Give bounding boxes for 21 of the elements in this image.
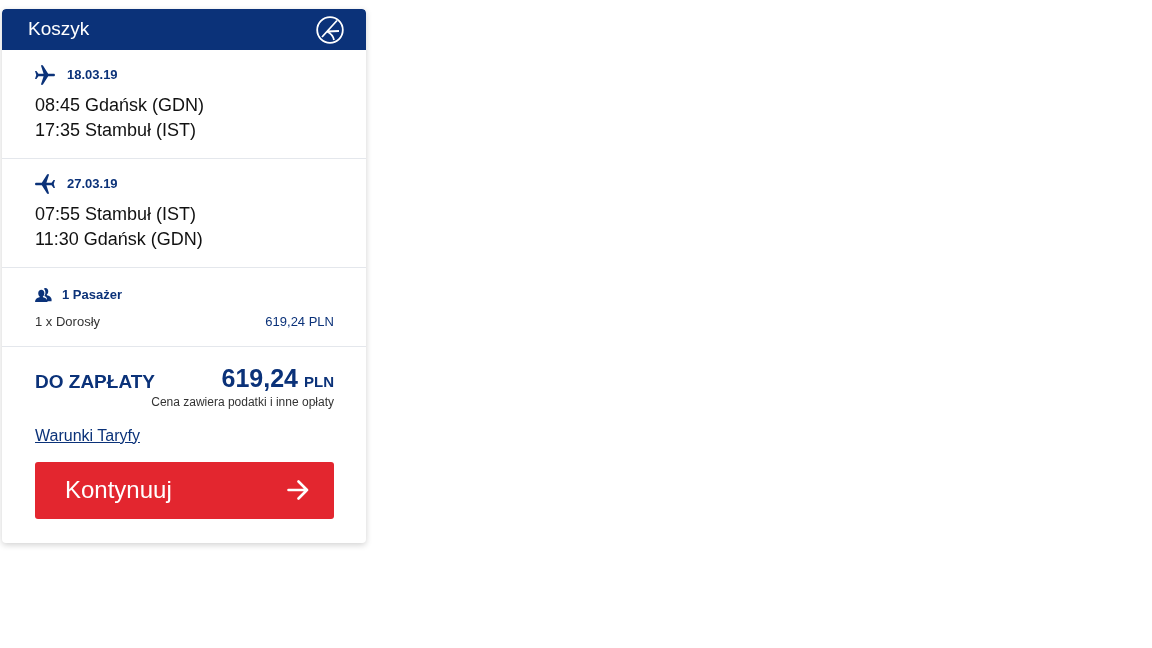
cart-title: Koszyk bbox=[28, 17, 90, 42]
plane-right-icon bbox=[35, 65, 55, 85]
total-amount: 619,24 bbox=[221, 364, 298, 392]
departure-text: 07:55 Stambuł (IST) bbox=[35, 203, 197, 226]
price-note: Cena zawiera podatki i inne opłaty bbox=[151, 393, 334, 410]
total-label: DO ZAPŁATY bbox=[35, 369, 155, 394]
fare-rules-link[interactable]: Warunki Taryfy bbox=[35, 426, 140, 444]
passenger-type: 1 x Dorosły bbox=[35, 312, 101, 331]
flight-date: 18.03.19 bbox=[67, 66, 118, 85]
arrival-text: 11:30 Gdańsk (GDN) bbox=[35, 228, 203, 251]
arrow-right-icon bbox=[287, 480, 309, 500]
arrival-text: 17:35 Stambuł (IST) bbox=[35, 119, 197, 142]
departure-text: 08:45 Gdańsk (GDN) bbox=[35, 94, 205, 117]
total-currency: PLN bbox=[304, 372, 334, 392]
continue-button[interactable]: Kontynuuj bbox=[35, 461, 334, 519]
passenger-price: 619,24 PLN bbox=[265, 312, 334, 331]
people-icon bbox=[35, 286, 53, 303]
flight-date: 27.03.19 bbox=[67, 175, 118, 194]
passenger-count: 1 Pasażer bbox=[62, 286, 122, 304]
circle-logo-icon bbox=[316, 15, 344, 44]
plane-left-icon bbox=[35, 174, 55, 194]
